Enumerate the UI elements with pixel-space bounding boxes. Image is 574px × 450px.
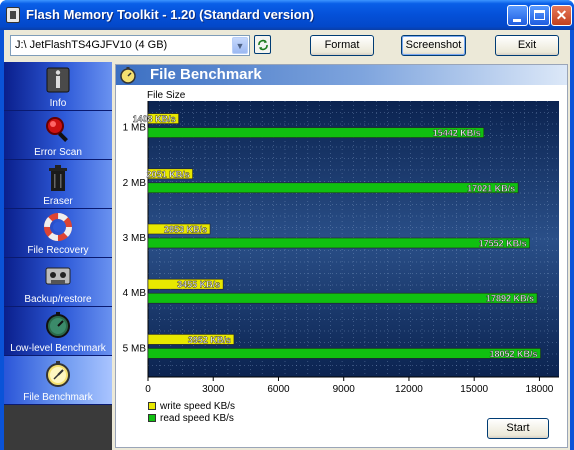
- cassette-icon: [45, 267, 71, 285]
- app-window: Flash Memory Toolkit - 1.20 (Standard ve…: [0, 0, 574, 450]
- read-bar: [147, 292, 538, 304]
- y-tick-label: 3 MB: [123, 233, 147, 244]
- legend-swatch-read: [148, 414, 156, 422]
- drive-select[interactable]: J:\ JetFlashTS4GJFV10 (4 GB) ▼: [10, 35, 250, 56]
- write-bar-label: 2853 KB/s: [164, 225, 207, 235]
- close-icon: ✕: [555, 7, 568, 23]
- sidebar-item-file-recovery[interactable]: File Recovery: [4, 209, 112, 258]
- read-bar-label: 17552 KB/s: [479, 239, 527, 249]
- lifebuoy-icon: [44, 213, 72, 241]
- refresh-icon: [258, 39, 268, 51]
- write-bar-label: 3952 KB/s: [188, 335, 231, 345]
- x-tick-label: 18000: [526, 384, 554, 395]
- y-tick-label: 2 MB: [123, 178, 147, 189]
- y-tick-label: 5 MB: [123, 343, 147, 354]
- refresh-drives-button[interactable]: [254, 35, 271, 54]
- write-bar-label: 1408 KB/s: [133, 114, 176, 124]
- magnifier-icon: [46, 117, 68, 142]
- format-button[interactable]: Format: [310, 35, 374, 56]
- benchmark-chart: File Size 0 3000 6000 9000 12000 15000 18000 1 …: [116, 87, 567, 405]
- read-bar: [147, 182, 519, 194]
- x-tick-label: 3000: [202, 384, 225, 395]
- y-tick-label: 1 MB: [123, 123, 147, 134]
- legend-label-read: read speed KB/s: [160, 413, 234, 424]
- maximize-button[interactable]: [529, 5, 550, 26]
- x-tick-label: 15000: [460, 384, 488, 395]
- x-tick-label: 12000: [395, 384, 423, 395]
- sidebar-item-label: Error Scan: [34, 147, 82, 158]
- sidebar-item-label: Low-level Benchmark: [10, 343, 106, 354]
- info-icon: [46, 67, 70, 93]
- read-bar-label: 15442 KB/s: [433, 128, 481, 138]
- minimize-icon: [513, 19, 521, 22]
- x-tick-label: 6000: [267, 384, 290, 395]
- sidebar-item-error-scan[interactable]: Error Scan: [4, 111, 112, 160]
- stopwatch-icon: [46, 312, 70, 338]
- sidebar-item-low-level-benchmark[interactable]: Low-level Benchmark: [4, 307, 112, 356]
- sidebar-item-info[interactable]: Info: [4, 62, 112, 111]
- file-benchmark-panel: File Benchmark File Size 0 3000 6000 9000 12…: [115, 64, 568, 448]
- minimize-button[interactable]: [507, 5, 528, 26]
- read-bar: [147, 348, 541, 359]
- stopwatch-icon: [120, 67, 136, 84]
- sidebar-item-label: File Benchmark: [23, 392, 93, 403]
- sidebar-item-label: File Recovery: [27, 245, 89, 256]
- legend-label-write: write speed KB/s: [160, 401, 236, 412]
- sidebar-item-label: Eraser: [43, 196, 73, 207]
- sidebar: Info Error Scan Eraser File Recovery Bac…: [4, 62, 112, 450]
- y-tick-label: 4 MB: [123, 288, 147, 299]
- legend-read: read speed KB/s: [148, 413, 234, 424]
- start-button[interactable]: Start: [487, 418, 549, 439]
- screenshot-button[interactable]: Screenshot: [401, 35, 466, 56]
- read-bar-label: 17021 KB/s: [467, 183, 515, 193]
- read-bar-label: 17892 KB/s: [486, 294, 534, 304]
- maximize-icon: [534, 10, 545, 20]
- sidebar-item-eraser[interactable]: Eraser: [4, 160, 112, 209]
- x-tick-label: 0: [145, 384, 151, 395]
- read-bar-label: 18052 KB/s: [490, 349, 538, 359]
- stopwatch-icon: [46, 361, 70, 387]
- sidebar-item-backup-restore[interactable]: Backup/restore: [4, 258, 112, 307]
- write-bar-label: 3455 KB/s: [177, 280, 220, 290]
- read-bar: [147, 237, 530, 249]
- sidebar-item-label: Info: [49, 98, 67, 109]
- write-bar-label: 2051 KB/s: [147, 169, 190, 179]
- exit-button[interactable]: Exit: [495, 35, 559, 56]
- close-button[interactable]: ✕: [551, 5, 572, 26]
- sidebar-item-label: Backup/restore: [24, 294, 92, 305]
- sidebar-item-file-benchmark[interactable]: File Benchmark: [4, 356, 112, 405]
- trash-icon: [49, 165, 67, 191]
- y-axis-title: File Size: [147, 90, 186, 101]
- title-bar[interactable]: Flash Memory Toolkit - 1.20 (Standard ve…: [0, 0, 574, 30]
- legend-swatch-write: [148, 402, 156, 410]
- panel-header: File Benchmark: [116, 65, 567, 85]
- drive-select-value: J:\ JetFlashTS4GJFV10 (4 GB): [15, 39, 168, 51]
- legend-write: write speed KB/s: [148, 401, 235, 412]
- app-icon: [6, 7, 20, 23]
- client-area: J:\ JetFlashTS4GJFV10 (4 GB) ▼ Format Sc…: [4, 30, 570, 450]
- x-tick-label: 9000: [333, 384, 356, 395]
- chart-svg: 0 3000 6000 9000 12000 15000 18000 1 MB1408 KB/…: [123, 101, 559, 395]
- chevron-down-icon[interactable]: ▼: [232, 37, 248, 54]
- panel-title: File Benchmark: [150, 66, 262, 83]
- window-title: Flash Memory Toolkit - 1.20 (Standard ve…: [26, 7, 314, 22]
